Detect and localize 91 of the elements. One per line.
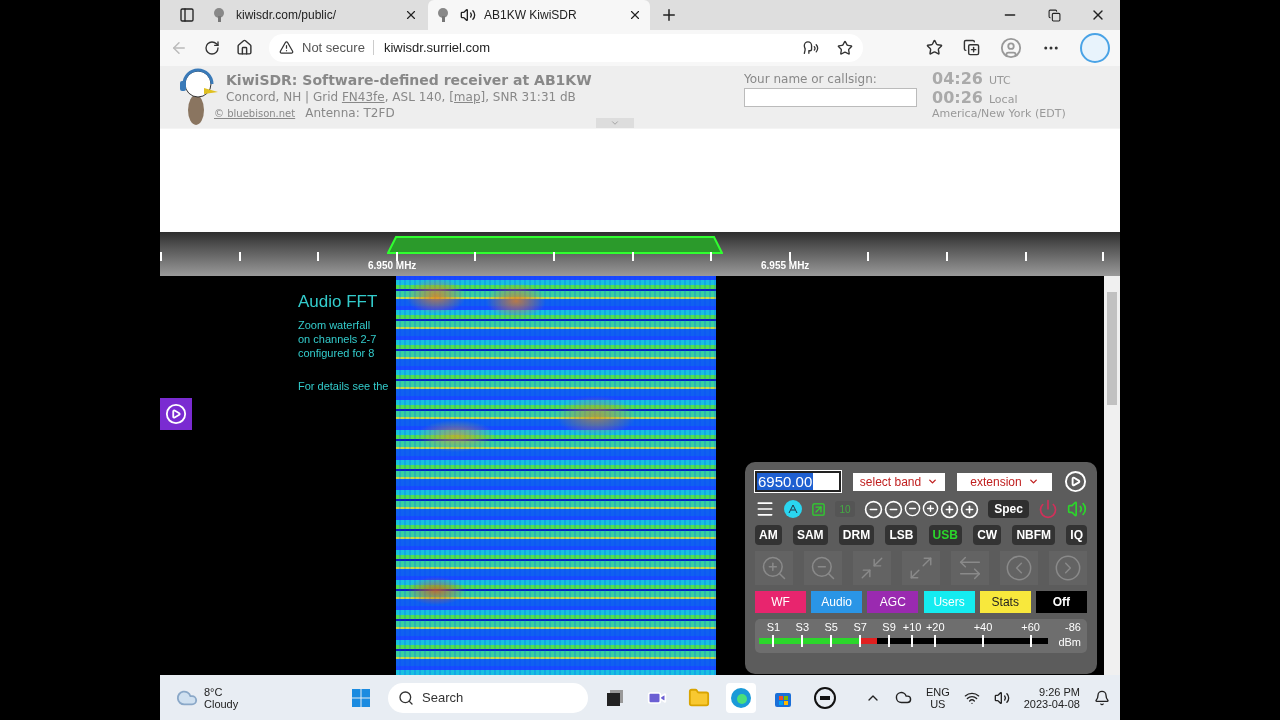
play-icon [165,403,187,426]
meter-label: +10 [902,621,922,634]
star-icon[interactable] [837,39,853,56]
spec-button[interactable]: Spec [988,500,1029,519]
home-icon[interactable] [236,39,253,57]
search-field[interactable]: Search [388,682,588,713]
utc-time: 04:26 [932,68,983,88]
collections-icon[interactable] [963,39,980,57]
meter-label: S3 [795,621,810,634]
browser-icon[interactable] [726,682,756,713]
profile-icon[interactable] [1000,36,1022,59]
volume-icon[interactable] [993,689,1010,706]
mode-button[interactable]: IQ [1066,525,1087,546]
meter-unit: dBm [1058,636,1081,649]
letter-a-icon[interactable] [784,500,803,519]
zoom-out-icon[interactable] [864,499,884,519]
speech-icon[interactable] [803,39,819,56]
mode-button[interactable]: SAM [792,525,828,546]
scrollbar[interactable] [1104,276,1120,676]
meter-label: +40 [973,621,993,634]
frequency-input[interactable]: 6950.00 [755,471,841,493]
mode-button[interactable]: LSB [885,525,918,546]
url-text: kiwisdr.surriel.com [372,40,491,56]
meter-label: S1 [766,621,781,634]
chevron-right-icon [1054,554,1082,583]
band-select[interactable]: select band [853,472,945,491]
count-badge: 10 [835,501,856,518]
mode-button[interactable]: CW [973,525,1002,546]
zoom-in-icon[interactable] [940,499,960,519]
zoom-out-icon[interactable] [904,499,922,517]
zoom-in-icon[interactable] [960,499,980,519]
panel-tab[interactable]: Stats [979,591,1031,614]
windows-logo-icon [351,687,371,708]
extension-select[interactable]: extension [957,472,1052,491]
meter-label: S7 [853,621,867,634]
frequency-label: 6.955 MHz [761,260,810,272]
location-info: Concord, NH | Grid FN43fe, ASL 140, [map], SNR 31:31 dB [226,89,577,104]
details-text: For details see the [298,380,390,393]
callsign-input[interactable] [744,87,917,107]
temperature: 8°C [204,685,224,698]
utc-label: UTC [988,73,1011,87]
site-title: KiwiSDR: Software-defined receiver at AB1KW [226,71,592,88]
reload-icon[interactable] [204,39,220,56]
language-label[interactable]: ENG [925,685,950,698]
panel-tab[interactable]: AGC [867,591,919,614]
callsign-label: Your name or callsign: [744,71,878,86]
timezone-label: America/New York (EDT) [932,106,1067,120]
search-icon [398,689,414,706]
mode-button[interactable]: AM [755,525,782,546]
restore-icon[interactable] [1047,8,1061,22]
address-bar[interactable]: Not secure kiwisdr.surriel.com [269,33,863,62]
play-button[interactable] [160,398,192,431]
browser-tab[interactable]: AB1KW KiwiSDR [428,0,650,30]
description-text: Zoom waterfall [298,318,372,333]
meter-label: +60 [1021,621,1040,634]
browser-tab[interactable]: kiwisdr.com/public/ [204,0,426,30]
speaker-icon[interactable] [1066,499,1087,520]
play-icon[interactable] [1064,470,1087,494]
local-time: 00:26 [932,87,983,107]
zoom-in-icon[interactable] [922,499,940,517]
description-text: configured for 8 [298,346,376,361]
warning-icon [279,40,294,56]
close-tab-icon[interactable] [628,8,642,22]
favorites-icon[interactable] [926,39,943,57]
mode-button[interactable]: NBFM [1012,525,1056,546]
clock-date[interactable]: 2023-04-08 [1023,697,1080,710]
antenna-info: Antenna: T2FD [305,105,395,120]
weather-text: Cloudy [204,697,239,710]
meter-label: +20 [925,621,945,634]
mode-button[interactable]: DRM [838,525,875,546]
section-title: Audio FFT [298,292,379,313]
passband-marker[interactable] [387,234,723,255]
tab-actions-icon[interactable] [179,7,195,23]
local-label: Local [988,92,1018,106]
mode-button[interactable]: USB [928,525,962,546]
clock-time[interactable]: 9:26 PM [1039,685,1080,698]
security-label[interactable]: Not secure [302,40,365,56]
new-tab-icon[interactable] [660,6,678,24]
bell-icon[interactable] [1094,689,1110,706]
scrollbar-thumb[interactable] [1107,292,1117,406]
meter-label: S5 [824,621,838,634]
zoom-out-icon[interactable] [884,499,904,519]
description-text: on channels 2-7 [298,332,378,347]
frequency-label: 6.950 MHz [368,260,417,272]
panel-tab[interactable]: WF [755,591,806,614]
chevron-left-icon [1005,554,1033,583]
meter-reading: -86 [1065,621,1081,634]
panel-tab[interactable]: Off [1035,591,1087,614]
meter-label: S9 [882,621,896,634]
region-label[interactable]: US [930,697,946,710]
close-tab-icon[interactable] [404,8,418,22]
